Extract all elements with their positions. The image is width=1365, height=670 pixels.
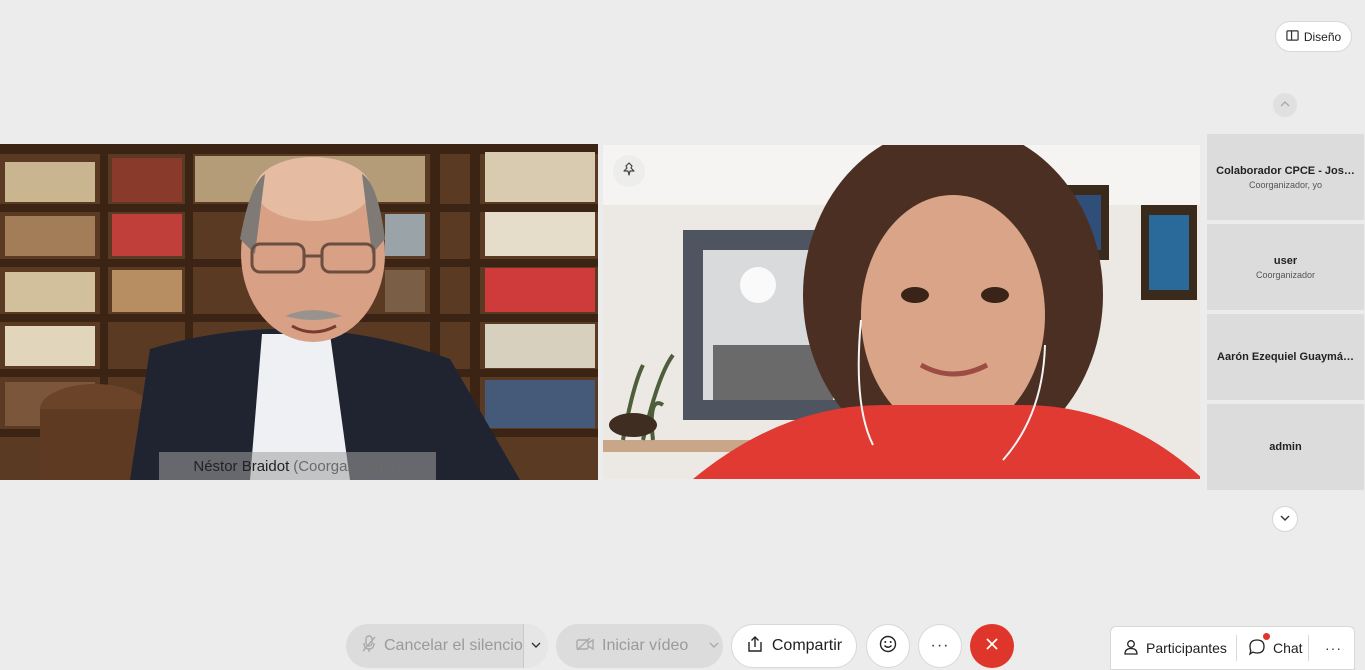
unmute-label: Cancelar el silencio: [384, 637, 523, 654]
chevron-down-icon: [1280, 510, 1290, 528]
participants-button[interactable]: Participantes: [1111, 639, 1236, 658]
layout-icon: [1286, 29, 1299, 45]
video-options-dropdown[interactable]: [705, 624, 723, 668]
participant-scroll-down-button[interactable]: [1272, 506, 1298, 532]
video-feed-library: [0, 144, 598, 480]
video-off-icon: [576, 636, 594, 656]
more-icon: ···: [1325, 640, 1342, 656]
chevron-down-icon: [709, 637, 719, 655]
top-info-strip: [0, 0, 700, 4]
chevron-up-icon: [1280, 96, 1290, 114]
chat-bubble-icon: [1248, 638, 1266, 659]
start-video-button[interactable]: Iniciar vídeo: [556, 636, 705, 656]
participant-name: Aarón Ezequiel Guaymá…: [1217, 351, 1354, 363]
participant-name: user: [1273, 254, 1298, 267]
unmute-button[interactable]: Cancelar el silencio: [346, 634, 523, 658]
start-video-label: Iniciar vídeo: [602, 637, 689, 654]
chevron-down-icon: [531, 637, 541, 655]
leave-meeting-button[interactable]: [970, 624, 1014, 668]
smiley-icon: [879, 635, 897, 658]
participants-label: Participantes: [1146, 640, 1227, 656]
panel-toggle-group: Participantes Chat ···: [1110, 626, 1355, 670]
participant-name: Colaborador CPCE - Jos…: [1216, 164, 1355, 177]
unmute-control: Cancelar el silencio: [346, 624, 548, 668]
participant-tile[interactable]: Aarón Ezequiel Guaymá…: [1207, 314, 1364, 400]
layout-button[interactable]: Diseño: [1275, 21, 1352, 52]
participant-scroll-up-button[interactable]: [1273, 93, 1297, 117]
reactions-button[interactable]: [866, 624, 910, 668]
video-tile-woman[interactable]: [603, 145, 1200, 479]
participant-name: admin: [1269, 441, 1302, 453]
chat-button[interactable]: Chat: [1237, 632, 1308, 659]
participant-tile[interactable]: Colaborador CPCE - Jos… Coorganizador, y…: [1207, 134, 1364, 220]
participant-tile[interactable]: user Coorganizador: [1207, 224, 1364, 310]
overflow-menu-button[interactable]: ···: [1309, 640, 1342, 656]
participant-role: Coorganizador: [1255, 269, 1316, 280]
share-icon: [746, 635, 764, 657]
name-plate-role: (Coorganizador): [293, 457, 402, 475]
pin-icon: [622, 161, 636, 181]
close-icon: [985, 637, 999, 656]
microphone-muted-icon: [362, 634, 376, 658]
video-tile-nestor[interactable]: [0, 144, 598, 480]
person-icon: [1123, 639, 1139, 658]
more-options-button[interactable]: ···: [918, 624, 962, 668]
pin-button[interactable]: [613, 155, 645, 187]
participant-role: Coorganizador, yo: [1248, 179, 1323, 190]
share-label: Compartir: [771, 637, 843, 654]
unread-indicator: [1263, 632, 1270, 640]
participant-name-plate: Néstor Braidot (Coorganizador): [159, 452, 436, 480]
audio-options-dropdown[interactable]: [523, 624, 548, 668]
chat-label: Chat: [1273, 640, 1303, 656]
start-video-control: Iniciar vídeo: [556, 624, 723, 668]
name-plate-name: Néstor Braidot: [193, 457, 290, 475]
share-button[interactable]: Compartir: [731, 624, 857, 668]
more-options-icon: ···: [930, 637, 950, 654]
layout-button-label: Diseño: [1303, 29, 1342, 44]
participant-tile[interactable]: admin: [1207, 404, 1364, 490]
video-feed-room: [603, 145, 1200, 479]
